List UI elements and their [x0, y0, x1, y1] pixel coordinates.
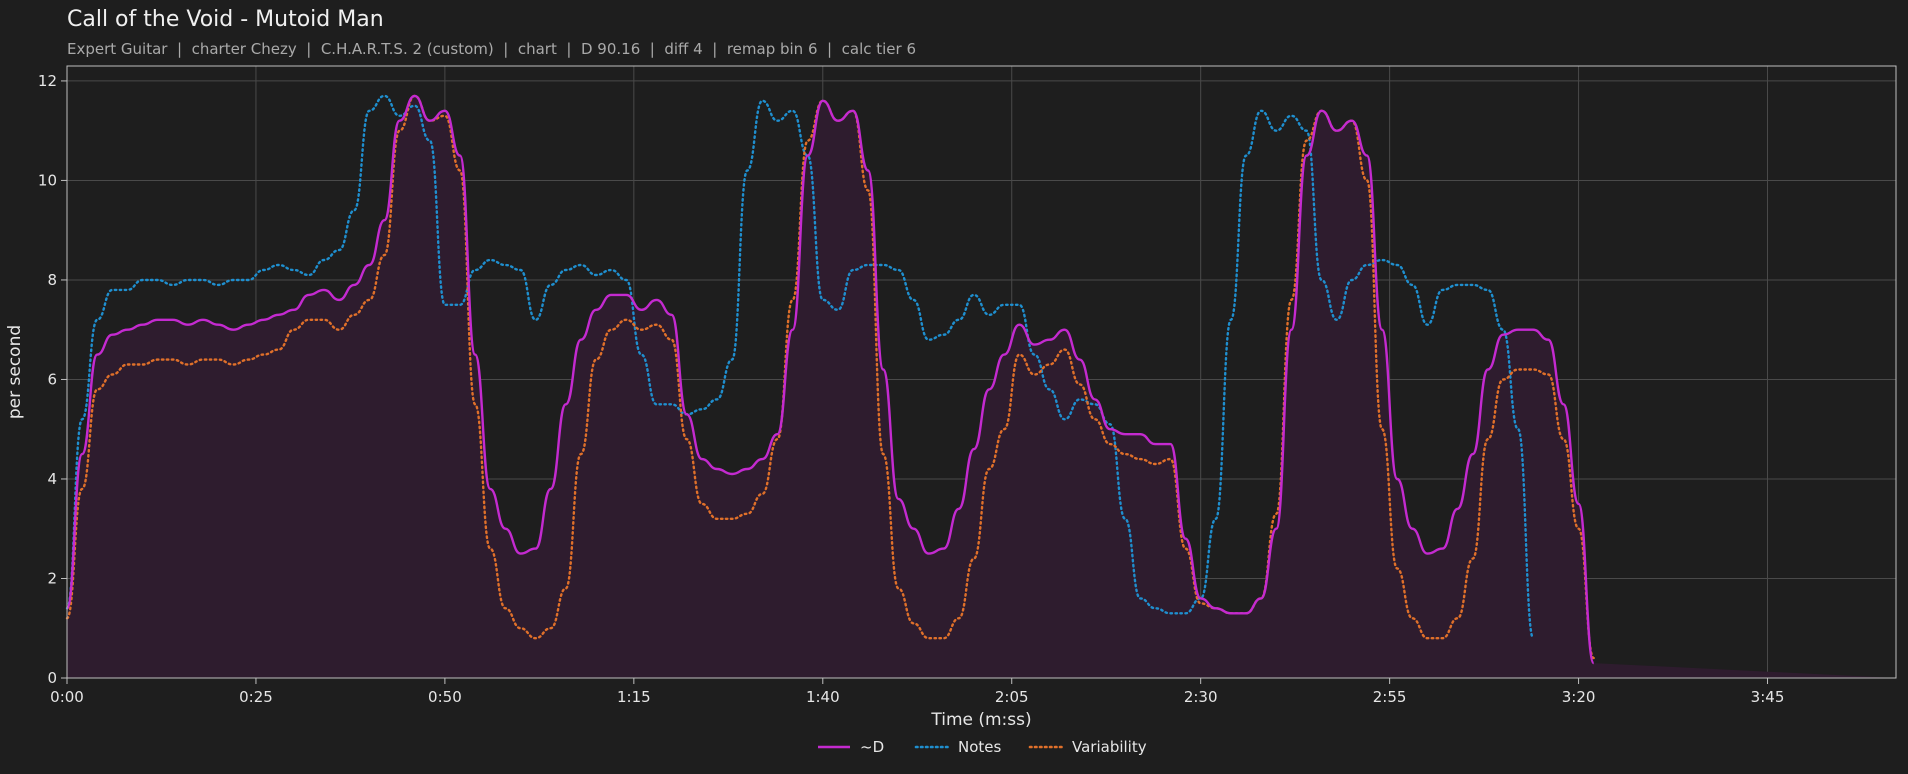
x-tick-label: 0:00: [50, 688, 84, 706]
chart-root: Call of the Void - Mutoid Man Expert Gui…: [0, 0, 1908, 774]
legend-label: ~D: [860, 738, 884, 756]
y-axis-label: per second: [5, 325, 25, 419]
x-tick-label: 3:45: [1751, 688, 1785, 706]
legend-label: Variability: [1072, 738, 1147, 756]
x-tick-label: 3:20: [1562, 688, 1596, 706]
y-tick-label: 2: [47, 569, 57, 587]
y-tick-label: 4: [47, 470, 57, 488]
y-tick-label: 12: [38, 72, 57, 90]
y-tick-label: 8: [47, 271, 57, 289]
legend: ~D Notes Variability: [818, 738, 1147, 756]
x-tick-label: 2:05: [995, 688, 1029, 706]
y-tick-label: 10: [38, 171, 57, 189]
x-tick-label: 1:15: [617, 688, 651, 706]
x-tick-label: 2:55: [1373, 688, 1407, 706]
y-tick-label: 6: [47, 370, 57, 388]
x-tick-label: 0:25: [239, 688, 273, 706]
y-tick-label: 0: [47, 669, 57, 687]
d-area-fill: [67, 95, 1896, 678]
x-axis-label: Time (m:ss): [930, 710, 1031, 730]
line-chart: 0:00 0:25 0:50 1:15 1:40 2:05 2:30 2:55 3:20 3:45…: [5, 65, 1897, 756]
x-axis-ticks: 0:00 0:25 0:50 1:15 1:40 2:05 2:30 2:55 3:20 3:45: [50, 678, 1784, 706]
area-fill: [67, 95, 1896, 678]
legend-label: Notes: [958, 738, 1002, 756]
x-tick-label: 1:40: [806, 688, 840, 706]
x-tick-label: 0:50: [428, 688, 462, 706]
x-tick-label: 2:30: [1184, 688, 1218, 706]
y-axis-ticks: 0 2 4 6 8 10 12: [38, 72, 67, 687]
